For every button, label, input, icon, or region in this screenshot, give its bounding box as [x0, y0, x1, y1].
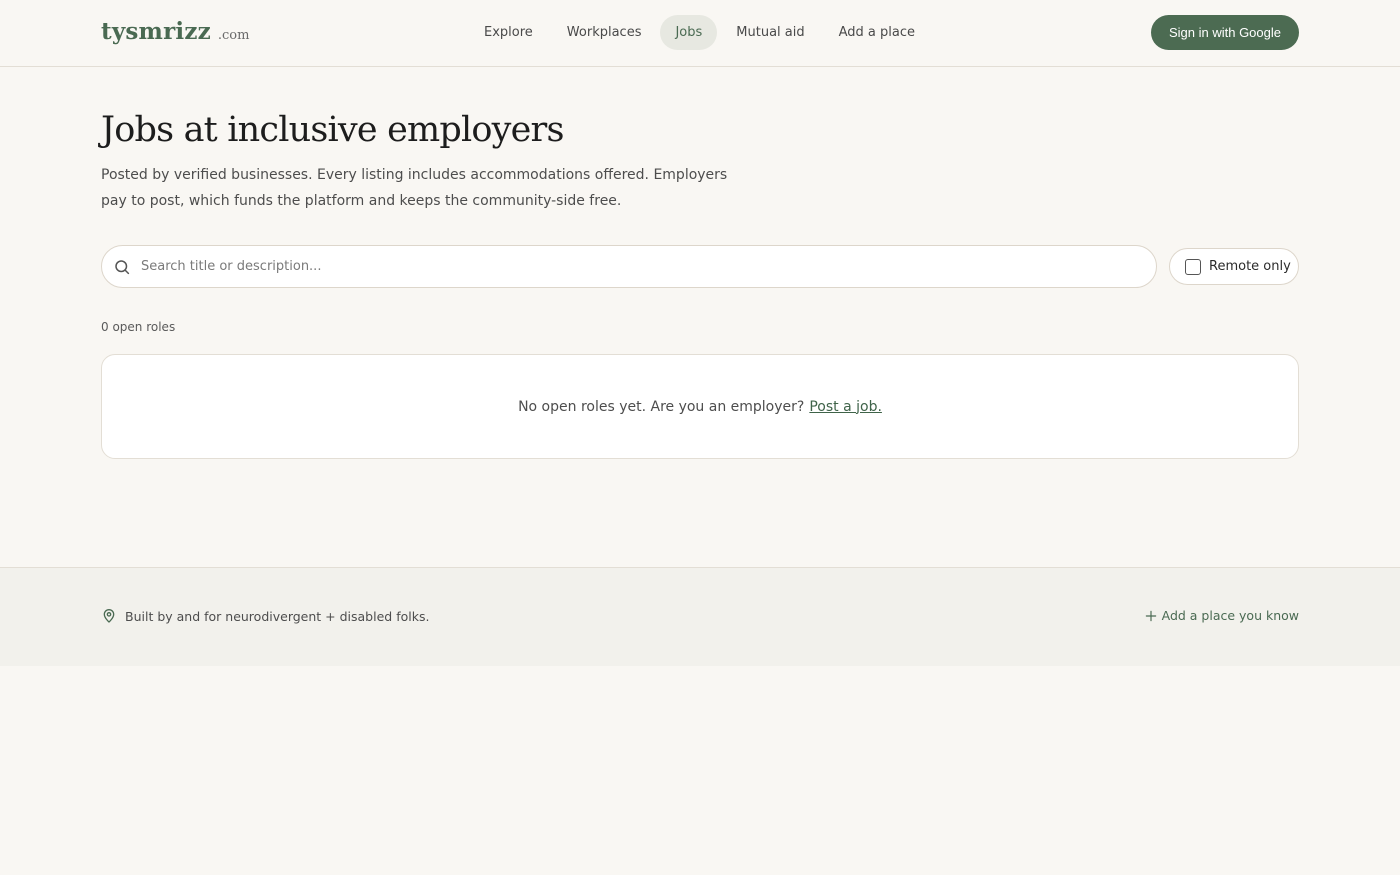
map-pin-icon — [103, 609, 115, 623]
site-footer: Built by and for neurodivergent + disabl… — [0, 567, 1400, 666]
footer-tagline: Built by and for neurodivergent + disabl… — [101, 608, 429, 624]
remote-only-checkbox[interactable] — [1185, 258, 1201, 275]
add-place-label: Add a place you know — [1161, 608, 1299, 623]
brand-name: tysmrizz — [101, 18, 211, 45]
open-roles-count: 0 open roles — [101, 320, 176, 334]
empty-state-text: No open roles yet. Are you an employer? — [518, 398, 805, 415]
search-box[interactable] — [101, 245, 1157, 288]
page-title: Jobs at inclusive employers — [101, 110, 564, 150]
remote-only-label: Remote only — [1209, 259, 1291, 274]
brand-tld: .com — [217, 28, 250, 43]
nav-explore[interactable]: Explore — [467, 15, 550, 50]
nav-mutual-aid[interactable]: Mutual aid — [719, 15, 821, 50]
remote-only-filter[interactable]: Remote only — [1169, 248, 1299, 285]
search-input[interactable] — [141, 246, 1141, 287]
nav-add-a-place[interactable]: Add a place — [822, 15, 932, 50]
plus-icon — [1145, 610, 1156, 621]
empty-state-card: No open roles yet. Are you an employer? … — [101, 354, 1299, 459]
post-a-job-link[interactable]: Post a job. — [809, 399, 882, 415]
site-header: tysmrizz .com Explore Workplaces Jobs Mu… — [0, 0, 1400, 67]
nav-jobs[interactable]: Jobs — [660, 15, 718, 50]
main-nav: Explore Workplaces Jobs Mutual aid Add a… — [467, 15, 932, 50]
brand-logo[interactable]: tysmrizz .com — [101, 18, 249, 45]
footer-tagline-text: Built by and for neurodivergent + disabl… — [125, 608, 430, 624]
add-place-link[interactable]: Add a place you know — [1144, 608, 1299, 623]
search-icon — [115, 260, 130, 275]
page-intro: Posted by verified businesses. Every lis… — [101, 167, 728, 209]
sign-in-google-button[interactable]: Sign in with Google — [1151, 15, 1299, 50]
nav-workplaces[interactable]: Workplaces — [550, 15, 659, 50]
